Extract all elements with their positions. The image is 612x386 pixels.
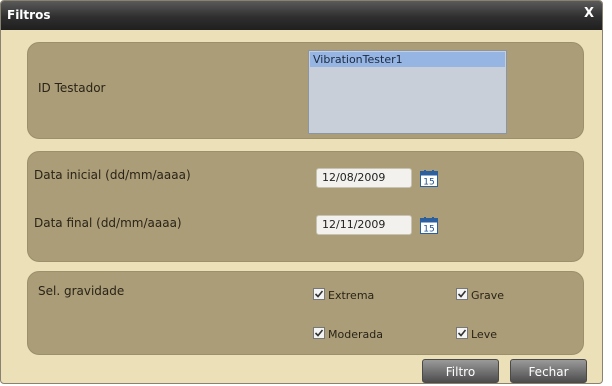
severity-section: Sel. gravidade Extrema Grave Moderada Le… <box>27 271 584 355</box>
end-date-label: Data final (dd/mm/aaaa) <box>34 216 182 230</box>
checkbox-moderada-box[interactable] <box>313 327 325 339</box>
checkbox-leve-box[interactable] <box>456 327 468 339</box>
tester-label: ID Testador <box>38 81 106 95</box>
end-date-calendar-icon[interactable]: 15 <box>420 217 438 234</box>
filter-button[interactable]: Filtro <box>422 359 499 383</box>
date-section: Data inicial (dd/mm/aaaa) 12/08/2009 15 … <box>27 151 584 262</box>
checkbox-leve[interactable]: Leve <box>456 327 497 341</box>
dialog-title: Filtros <box>7 8 51 22</box>
severity-label: Sel. gravidade <box>38 284 125 298</box>
checkbox-extrema[interactable]: Extrema <box>313 288 374 302</box>
start-date-label: Data inicial (dd/mm/aaaa) <box>34 168 191 182</box>
start-calendar-day: 15 <box>423 178 434 188</box>
end-date-input[interactable]: 12/11/2009 <box>316 215 412 235</box>
checkbox-grave-box[interactable] <box>456 288 468 300</box>
tester-listbox[interactable]: VibrationTester1 <box>308 50 507 134</box>
checkbox-extrema-label: Extrema <box>328 289 375 302</box>
checkbox-moderada-label: Moderada <box>328 328 383 341</box>
start-date-calendar-icon[interactable]: 15 <box>420 170 438 187</box>
filters-dialog: Filtros X ID Testador VibrationTester1 D… <box>0 0 603 384</box>
tester-section: ID Testador VibrationTester1 <box>27 42 584 139</box>
checkbox-moderada[interactable]: Moderada <box>313 327 383 341</box>
close-button[interactable]: Fechar <box>510 359 587 383</box>
start-date-input[interactable]: 12/08/2009 <box>316 168 412 188</box>
checkbox-grave-label: Grave <box>471 289 505 302</box>
tester-list-item[interactable]: VibrationTester1 <box>310 52 505 67</box>
end-calendar-day: 15 <box>423 225 434 235</box>
checkbox-grave[interactable]: Grave <box>456 288 504 302</box>
checkbox-leve-label: Leve <box>471 328 497 341</box>
checkbox-extrema-box[interactable] <box>313 288 325 300</box>
close-icon[interactable]: X <box>584 7 594 21</box>
title-bar: Filtros X <box>1 1 602 30</box>
